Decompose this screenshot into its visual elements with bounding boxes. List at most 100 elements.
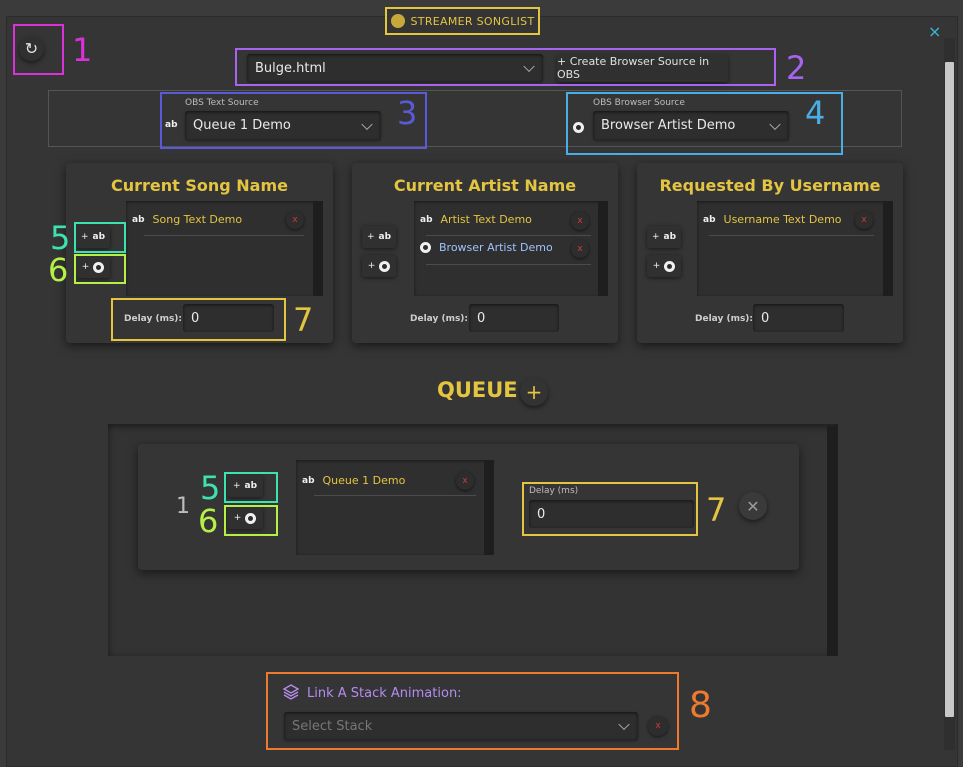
browser-source-icon: [93, 261, 105, 273]
add-queue-button[interactable]: +: [520, 378, 548, 406]
list-scrollbar[interactable]: [484, 460, 494, 555]
text-source-icon: ab: [663, 232, 677, 242]
delay-input[interactable]: 0: [469, 304, 559, 332]
card-requested-by: Requested By Username + ab + ab Username …: [637, 163, 903, 343]
annotation-number: 6: [198, 502, 219, 540]
plus-icon: +: [366, 232, 375, 242]
chevron-down-icon: [769, 118, 781, 130]
list-item-label: Queue 1 Demo: [322, 474, 406, 487]
annotation-number: 7: [706, 491, 727, 529]
list-item: ab Username Text Demo: [703, 213, 842, 226]
plus-icon: +: [232, 481, 241, 491]
delay-input[interactable]: 0: [753, 304, 844, 332]
remove-item-button[interactable]: x: [571, 240, 589, 258]
stack-label: Link A Stack Animation:: [307, 686, 462, 701]
add-browser-source-button[interactable]: +: [76, 256, 110, 278]
card-title: Current Artist Name: [393, 176, 577, 195]
browser-source-icon: [379, 260, 391, 272]
annotation-number: 7: [293, 301, 314, 339]
remove-item-button[interactable]: x: [855, 211, 873, 229]
remove-item-button[interactable]: x: [571, 212, 589, 230]
list-item: ab Queue 1 Demo: [302, 474, 405, 487]
source-list: ab Artist Text Demo x Browser Artist Dem…: [414, 201, 608, 296]
text-source-icon: ab: [420, 214, 433, 225]
stack-select[interactable]: Select Stack: [284, 712, 638, 740]
browser-source-icon: [664, 260, 676, 272]
item-divider: [314, 495, 476, 496]
annotation-number: 2: [786, 49, 807, 87]
text-source-icon: ab: [302, 475, 315, 486]
file-select-value: Bulge.html: [255, 60, 326, 76]
refresh-button[interactable]: ↻: [19, 36, 44, 61]
list-scrollbar[interactable]: [883, 201, 893, 296]
annotation-number: 3: [397, 94, 418, 132]
list-scrollbar[interactable]: [313, 201, 323, 296]
card-current-artist: Current Artist Name + ab + ab Artist Text…: [352, 163, 618, 343]
remove-stack-button[interactable]: x: [648, 716, 668, 736]
card-title: Requested By Username: [659, 176, 881, 195]
list-scrollbar[interactable]: [598, 201, 608, 296]
app-logo-icon: [390, 14, 405, 28]
plus-icon: +: [81, 262, 90, 272]
queue-entry: 1 + ab + ab Queue 1 Demo x Delay (ms) 0 ✕: [138, 444, 799, 570]
app-title-chip: STREAMER SONGLIST: [385, 7, 540, 35]
source-list: ab Username Text Demo x: [697, 201, 893, 296]
annotation-number: 1: [72, 31, 93, 69]
text-source-value: Queue 1 Demo: [193, 118, 291, 133]
add-browser-source-button[interactable]: +: [227, 507, 263, 529]
text-source-icon: ab: [165, 120, 178, 130]
item-divider: [709, 235, 874, 236]
text-source-icon: ab: [92, 232, 106, 242]
add-text-source-button[interactable]: + ab: [227, 475, 263, 497]
scrollbar-thumb[interactable]: [945, 62, 954, 717]
app-title: STREAMER SONGLIST: [410, 14, 535, 28]
plus-icon: +: [80, 232, 89, 242]
item-divider: [426, 264, 591, 265]
chevron-down-icon: [361, 118, 373, 130]
close-icon[interactable]: ×: [928, 24, 941, 40]
add-text-source-button[interactable]: + ab: [647, 226, 681, 248]
remove-item-button[interactable]: x: [286, 211, 304, 229]
delay-input[interactable]: 0: [529, 500, 694, 528]
layers-icon: [282, 684, 300, 700]
browser-source-icon: [245, 512, 257, 524]
stack-select-placeholder: Select Stack: [292, 718, 373, 734]
add-text-source-button[interactable]: + ab: [76, 226, 110, 248]
browser-source-icon: [573, 122, 584, 133]
annotation-number: 5: [50, 219, 71, 257]
plus-icon: +: [652, 261, 661, 271]
browser-source-label: OBS Browser Source: [593, 98, 685, 108]
source-list: ab Song Text Demo x: [126, 201, 323, 296]
create-browser-source-button[interactable]: + Create Browser Source in OBS: [557, 54, 728, 82]
add-browser-source-button[interactable]: +: [362, 255, 396, 277]
item-divider: [426, 235, 591, 236]
remove-queue-entry-button[interactable]: ✕: [739, 492, 767, 520]
delay-input[interactable]: 0: [183, 304, 274, 332]
annotation-number: 5: [200, 469, 221, 507]
annotation-number: 6: [48, 251, 69, 289]
annotation-number: 4: [805, 94, 826, 132]
browser-source-select[interactable]: Browser Artist Demo: [593, 111, 789, 140]
annotation-number: 8: [689, 685, 712, 726]
file-select[interactable]: Bulge.html: [247, 54, 543, 82]
text-source-label: OBS Text Source: [185, 98, 259, 108]
list-item-label: Song Text Demo: [152, 213, 243, 226]
add-browser-source-button[interactable]: +: [647, 255, 681, 277]
list-item-label: Artist Text Demo: [440, 213, 532, 226]
queue-scrollbar[interactable]: [827, 426, 838, 656]
item-divider: [144, 235, 304, 236]
add-text-source-button[interactable]: + ab: [362, 226, 396, 248]
queue-title: QUEUE: [437, 378, 518, 402]
delay-label: Delay (ms):: [695, 314, 754, 324]
plus-icon: +: [651, 232, 660, 242]
text-source-icon: ab: [703, 214, 716, 225]
text-source-select[interactable]: Queue 1 Demo: [185, 111, 381, 140]
list-item: ab Artist Text Demo: [420, 213, 532, 226]
card-title: Current Song Name: [110, 176, 288, 195]
plus-icon: +: [233, 513, 242, 523]
remove-item-button[interactable]: x: [456, 472, 474, 490]
list-item: ab Song Text Demo: [132, 213, 242, 226]
queue-entry-index: 1: [176, 494, 190, 519]
source-list: ab Queue 1 Demo x: [296, 460, 494, 555]
chevron-down-icon: [523, 60, 535, 73]
